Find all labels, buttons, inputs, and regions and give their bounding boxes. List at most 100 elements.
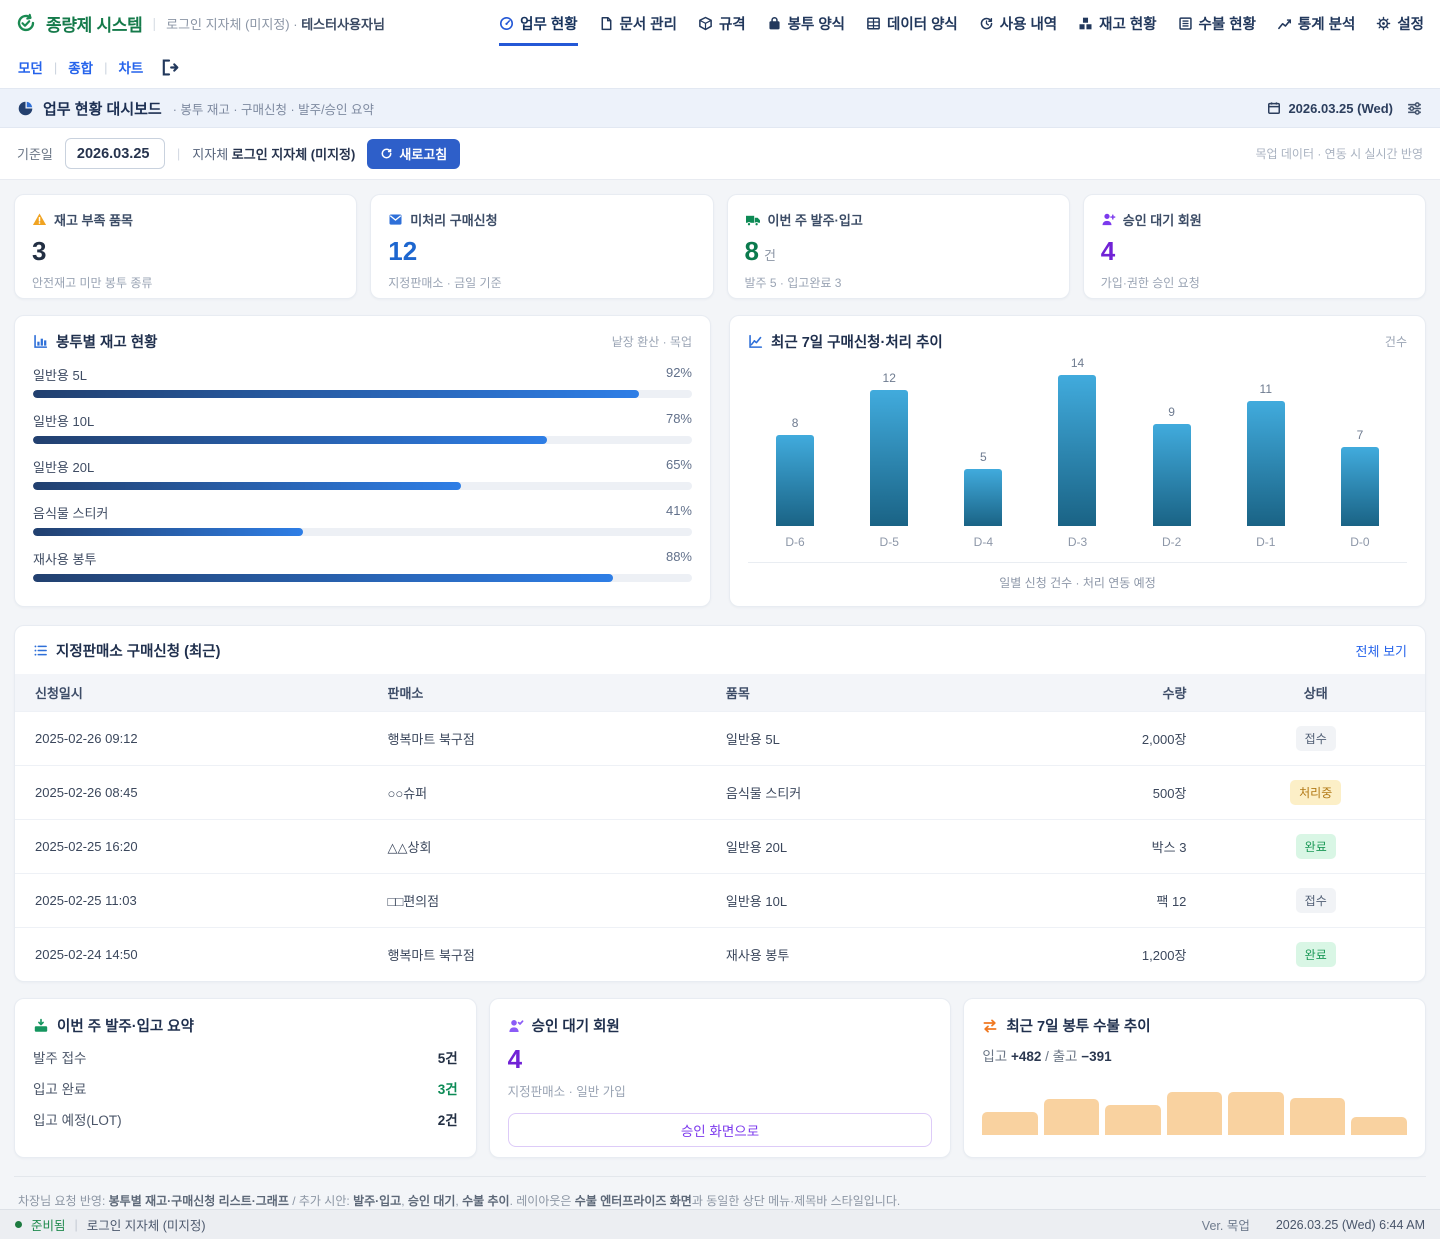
filter-sliders-icon[interactable] [1406, 100, 1423, 117]
view-all-link[interactable]: 전체 보기 [1356, 641, 1407, 660]
user-name: 테스터사용자님 [301, 17, 385, 32]
nav-item-inventory[interactable]: 재고 현황 [1078, 0, 1156, 46]
nav-item-work-status[interactable]: 업무 현황 [499, 0, 577, 46]
kpi-label: 승인 대기 회원 [1123, 210, 1202, 229]
nav-label: 봉투 양식 [788, 13, 845, 34]
kpi-caption: 지정판매소 · 금일 기준 [388, 274, 695, 291]
cell-store: □□편의점 [368, 874, 706, 928]
view-link-modern[interactable]: 모던 [18, 57, 43, 77]
table-row[interactable]: 2025-02-26 09:12 행복마트 북구점 일반용 5L 2,000장 … [15, 712, 1425, 766]
truck-icon [745, 212, 761, 228]
nav-item-receipts[interactable]: 수불 현황 [1178, 0, 1256, 46]
bar-chart: 8 D-6 12 D-5 5 D-4 14 D-3 9 D-2 [748, 356, 1407, 549]
kpi-card-row: 재고 부족 품목 3 안전재고 미만 봉투 종류 미처리 구매신청 12 지정판… [14, 194, 1426, 299]
base-date-input[interactable] [65, 138, 165, 169]
chart-column: 8 D-6 [748, 356, 842, 549]
footnote-text: 수불 엔터프라이즈 화면 [575, 1194, 692, 1208]
gauge-icon [499, 16, 514, 31]
summary-value: 3건 [438, 1078, 458, 1098]
divider: | [177, 146, 180, 161]
chart-bar [1153, 424, 1191, 526]
footnote: 차장님 요청 반영: 봉투별 재고·구매신청 리스트·그래프 / 추가 시안: … [14, 1176, 1426, 1209]
table-row[interactable]: 2025-02-24 14:50 행복마트 북구점 재사용 봉투 1,200장 … [15, 928, 1425, 982]
refresh-button[interactable]: 새로고침 [367, 139, 460, 169]
approval-count: 4 [508, 1044, 933, 1075]
cell-item: 일반용 5L [706, 712, 1073, 766]
user-check-icon [508, 1018, 524, 1034]
stock-panel-note: 낱장 환산 · 목업 [612, 333, 692, 350]
view-link-combined[interactable]: 종합 [68, 57, 93, 77]
stock-label: 재사용 봉투 [33, 549, 96, 568]
page-title: 업무 현황 대시보드 [43, 98, 162, 119]
refresh-icon [380, 147, 393, 160]
inventory-boxes-icon [1078, 16, 1093, 31]
kpi-card-pending-members: 승인 대기 회원 4 가입·권한 승인 요청 [1083, 194, 1426, 299]
status-bar: 준비됨 | 로그인 지자체 (미지정) Ver. 목업 2026.03.25 (… [0, 1209, 1440, 1239]
data-grid-icon [866, 16, 881, 31]
chart-bar [870, 390, 908, 526]
stock-panel-title: 봉투별 재고 현황 [56, 331, 157, 352]
nav-label: 재고 현황 [1099, 13, 1156, 34]
nav-item-usage-history[interactable]: 사용 내역 [979, 0, 1057, 46]
nav-item-bag-forms[interactable]: 봉투 양식 [767, 0, 845, 46]
cell-datetime: 2025-02-26 09:12 [15, 712, 368, 766]
stock-bar [33, 528, 303, 536]
flow-in-value: +482 [1011, 1049, 1041, 1064]
nav-label: 문서 관리 [620, 13, 677, 34]
col-header-qty: 수량 [1072, 674, 1206, 712]
stock-row: 일반용 5L92% [33, 365, 692, 398]
logout-icon[interactable] [160, 58, 179, 77]
nav-label: 통계 분석 [1298, 13, 1355, 34]
stock-bar [33, 574, 613, 582]
col-header-datetime: 신청일시 [15, 674, 368, 712]
view-link-chart[interactable]: 차트 [118, 57, 143, 77]
flow-sparkline [982, 1089, 1407, 1135]
chart-bar [1058, 375, 1096, 526]
nav-item-statistics[interactable]: 통계 분석 [1277, 0, 1355, 46]
spark-bar [1351, 1117, 1407, 1135]
cell-qty: 박스 3 [1072, 820, 1206, 874]
nav-item-specs[interactable]: 규격 [698, 0, 746, 46]
summary-value: 5건 [438, 1047, 458, 1067]
chart-bar [964, 469, 1002, 526]
col-header-item: 품목 [706, 674, 1073, 712]
go-to-approval-button[interactable]: 승인 화면으로 [508, 1113, 933, 1147]
base-date-label: 기준일 [17, 144, 53, 163]
cell-datetime: 2025-02-25 16:20 [15, 820, 368, 874]
app-header: 종량제 시스템 | 로그인 지자체 (미지정) · 테스터사용자님 업무 현황 … [0, 0, 1440, 46]
page-title-band: 업무 현황 대시보드 · 봉투 재고 · 구매신청 · 발주/승인 요약 202… [0, 88, 1440, 128]
nav-item-documents[interactable]: 문서 관리 [599, 0, 677, 46]
kpi-value: 4 [1101, 236, 1408, 267]
spark-bar [1167, 1092, 1223, 1135]
app-title: 종량제 시스템 [46, 11, 142, 36]
footnote-text: 차장님 요청 반영: [18, 1194, 109, 1208]
chart-bar [1341, 447, 1379, 526]
col-header-store: 판매소 [368, 674, 706, 712]
status-context: 로그인 지자체 (미지정) [87, 1215, 206, 1234]
footnote-text: 봉투별 재고·구매신청 리스트·그래프 [109, 1194, 289, 1208]
flow-separator: / [1041, 1049, 1052, 1064]
footnote-text: , [455, 1194, 462, 1208]
table-row[interactable]: 2025-02-25 16:20 △△상회 일반용 20L 박스 3 완료 [15, 820, 1425, 874]
flow-out-value: −391 [1081, 1049, 1111, 1064]
cell-datetime: 2025-02-25 11:03 [15, 874, 368, 928]
table-row[interactable]: 2025-02-26 08:45 ○○슈퍼 음식물 스티커 500장 처리중 [15, 766, 1425, 820]
table-row[interactable]: 2025-02-25 11:03 □□편의점 일반용 10L 팩 12 접수 [15, 874, 1425, 928]
nav-item-settings[interactable]: 설정 [1376, 0, 1424, 46]
bar-value-label: 9 [1168, 405, 1175, 419]
spark-bar [1105, 1105, 1161, 1135]
mail-icon [388, 212, 403, 227]
header-date[interactable]: 2026.03.25 (Wed) [1267, 101, 1393, 116]
filter-bar: 기준일 | 지자체 로그인 지자체 (미지정) 새로고침 목업 데이터 · 연동… [0, 128, 1440, 180]
org-label: 지자체 [192, 147, 228, 162]
stats-chart-icon [1277, 16, 1292, 31]
swap-arrows-icon [982, 1018, 998, 1034]
user-plus-icon [1101, 212, 1116, 227]
footnote-text: 승인 대기 [408, 1194, 456, 1208]
approval-caption: 지정판매소 · 일반 가입 [508, 1081, 933, 1100]
purchase-requests-panel: 지정판매소 구매신청 (최근) 전체 보기 신청일시 판매소 품목 수량 상태 … [14, 625, 1426, 982]
nav-item-data-forms[interactable]: 데이터 양식 [866, 0, 958, 46]
stock-panel: 봉투별 재고 현황 낱장 환산 · 목업 일반용 5L92% 일반용 10L78… [14, 315, 711, 607]
calendar-icon [1267, 101, 1281, 115]
spark-bar [1044, 1099, 1100, 1135]
